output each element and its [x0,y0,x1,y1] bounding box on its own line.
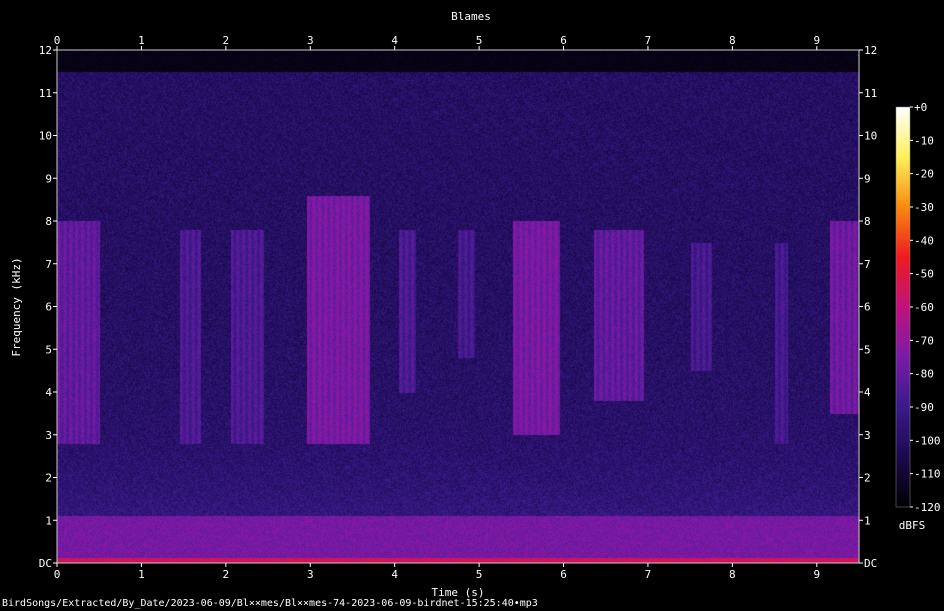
y-tick-label: 5 [864,343,871,356]
colorbar-tick-label: -100 [914,434,941,447]
x-tick-label: 1 [138,568,145,581]
x-tick-label: 7 [645,34,652,47]
x-tick-label: 5 [476,568,483,581]
chart-title: Blames [451,10,491,23]
colorbar-tick-label: -60 [914,301,934,314]
y-tick-label: 10 [39,130,52,143]
colorbar-tick-label: -10 [914,134,934,147]
y-axis-label: Frequency (kHz) [10,257,23,356]
x-tick-label: 2 [223,34,230,47]
x-tick-label: 6 [560,34,567,47]
spectrogram-image [57,50,859,563]
x-tick-label: 1 [138,34,145,47]
colorbar-gradient [895,106,911,508]
file-path: BirdSongs/Extracted/By_Date/2023-06-09/B… [2,598,538,609]
y-tick-label: 3 [45,429,52,442]
colorbar-tick-label: +0 [914,101,927,114]
y-tick-label: 11 [864,87,877,100]
colorbar-tick-label: -20 [914,168,934,181]
y-tick-label: 5 [45,343,52,356]
x-tick-label: 6 [560,568,567,581]
y-tick-label: 7 [45,258,52,271]
x-tick-label: 9 [813,568,820,581]
y-tick-label: 6 [45,301,52,314]
colorbar-tick-label: -70 [914,334,934,347]
y-tick-label: 9 [45,172,52,185]
y-tick-label: 11 [39,87,52,100]
colorbar-tick-label: -120 [914,501,941,514]
x-tick-label: 7 [645,568,652,581]
x-tick-label: 5 [476,34,483,47]
y-tick-label: 4 [864,386,871,399]
y-tick-label: 8 [45,215,52,228]
spectrogram-figure: 0123456789 0123456789 DC123456789101112 … [0,0,944,611]
y-tick-label: 12 [864,44,877,57]
y-tick-label: 10 [864,130,877,143]
y-tick-label: DC [864,557,877,570]
y-tick-label: 3 [864,429,871,442]
colorbar-tick-label: -50 [914,268,934,281]
y-tick-label: 4 [45,386,52,399]
y-tick-label: 6 [864,301,871,314]
x-tick-label: 8 [729,568,736,581]
y-tick-label: 7 [864,258,871,271]
colorbar-tick-label: -90 [914,401,934,414]
x-tick-label: 8 [729,34,736,47]
colorbar-tick-label: -80 [914,368,934,381]
x-tick-label: 2 [223,568,230,581]
x-tick-label: 3 [307,568,314,581]
y-tick-label: 1 [45,514,52,527]
colorbar-label: dBFS [899,519,926,532]
colorbar-tick-label: -110 [914,468,941,481]
y-tick-label: 2 [45,472,52,485]
x-tick-label: 3 [307,34,314,47]
y-tick-label: DC [39,557,52,570]
y-tick-label: 12 [39,44,52,57]
x-tick-label: 9 [813,34,820,47]
colorbar-tick-label: -30 [914,201,934,214]
x-tick-label: 4 [391,568,398,581]
x-tick-label: 0 [54,34,61,47]
colorbar-tick-label: -40 [914,234,934,247]
x-tick-label: 4 [391,34,398,47]
spectrogram-plot [56,49,860,564]
x-tick-label: 0 [54,568,61,581]
y-tick-label: 9 [864,172,871,185]
y-tick-label: 1 [864,514,871,527]
y-tick-label: 8 [864,215,871,228]
y-tick-label: 2 [864,472,871,485]
